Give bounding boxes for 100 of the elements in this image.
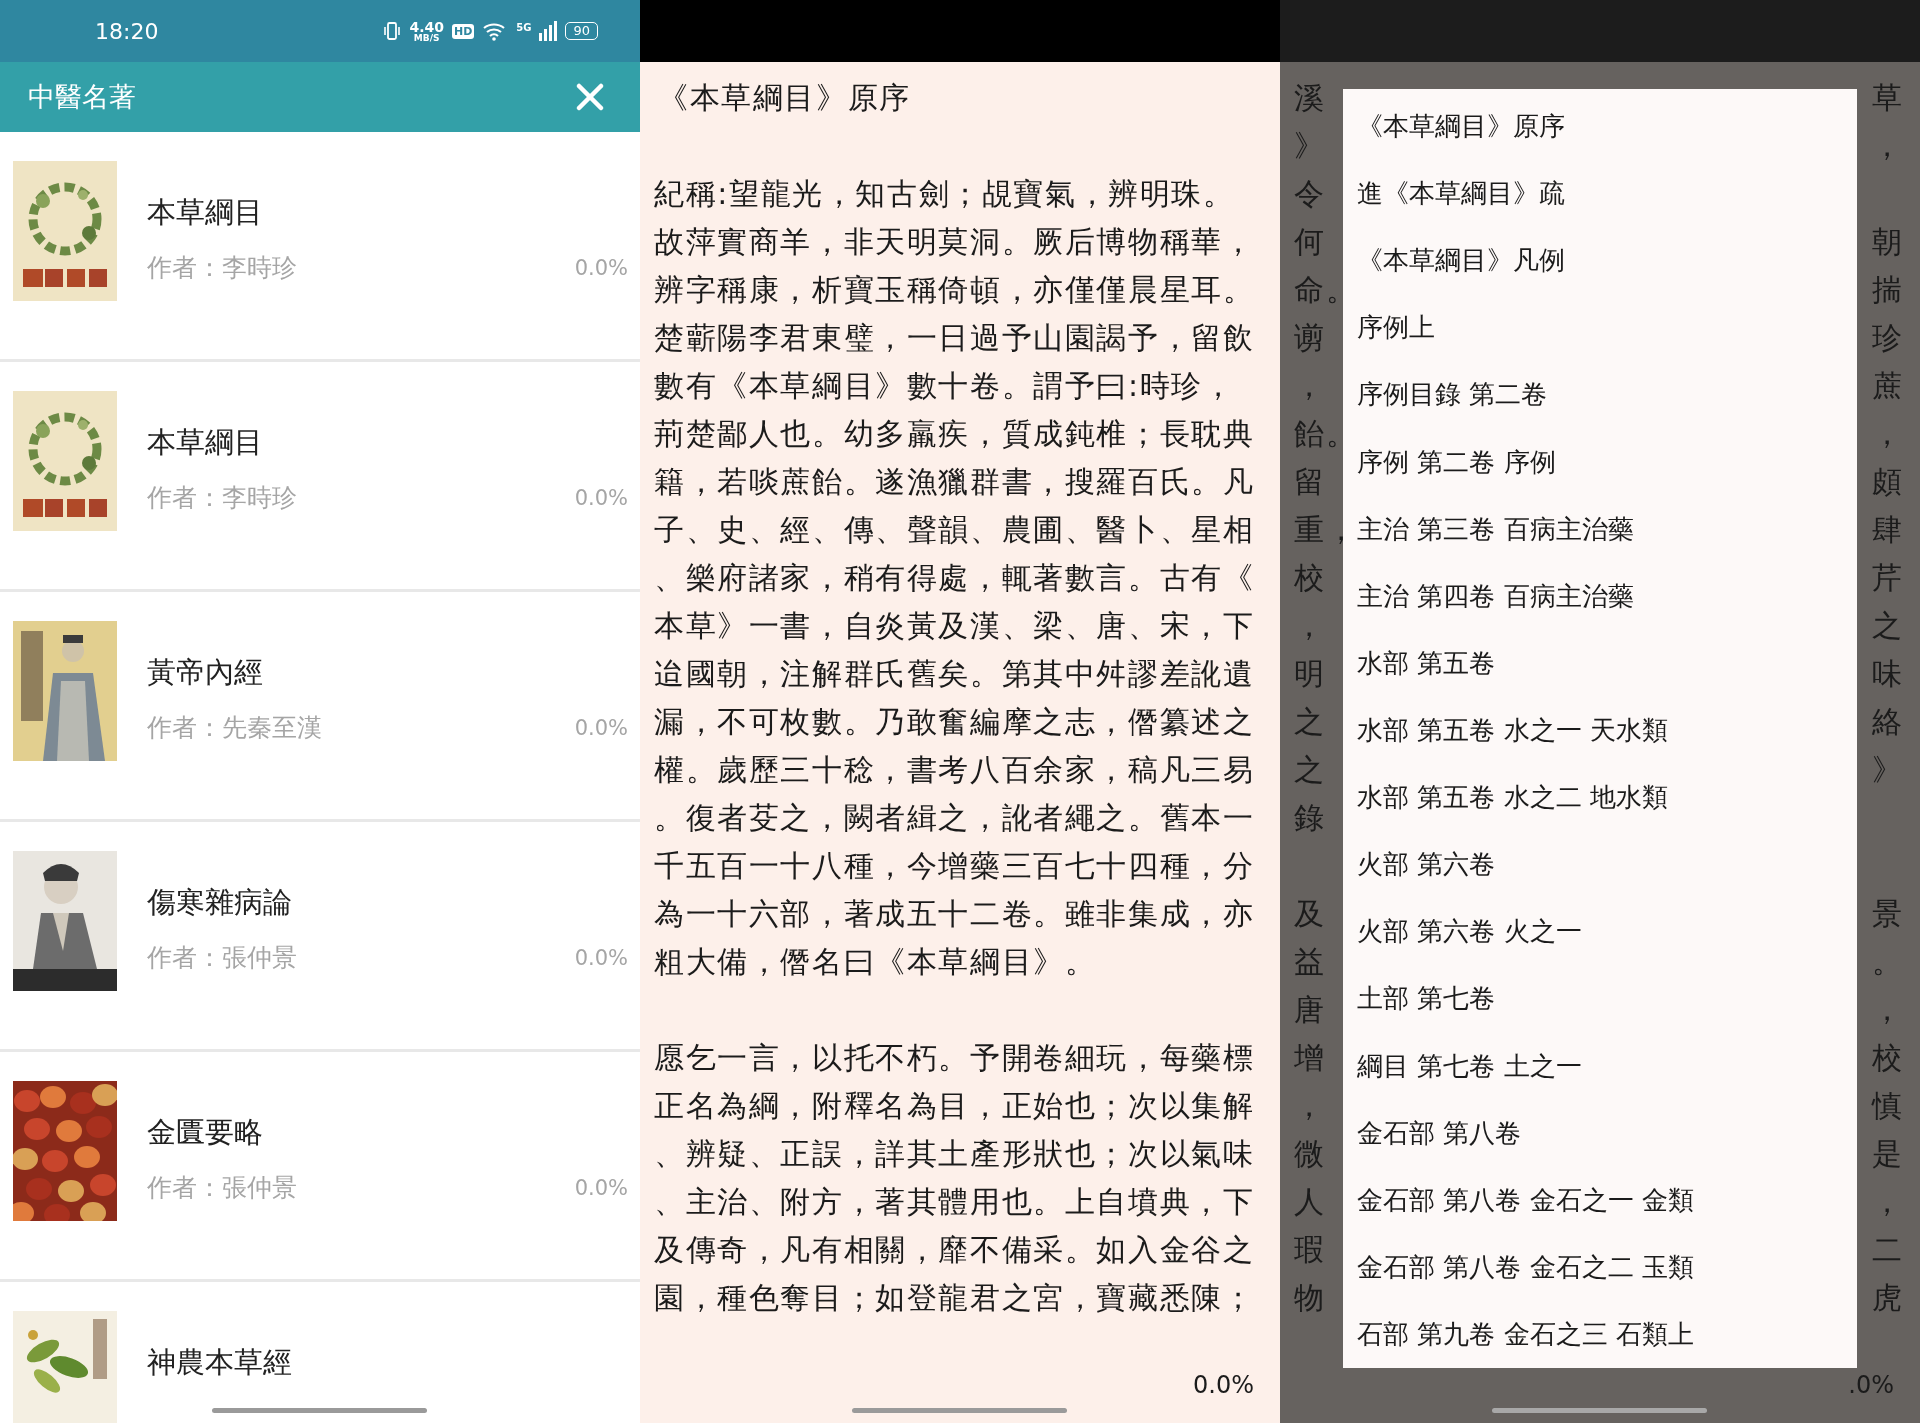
text-fragment: 瑕 — [1294, 1231, 1326, 1269]
percent-label: 0.0% — [1193, 1371, 1254, 1399]
text-line: 迨國朝，注解群氏舊矣。第其中舛謬差訛遺 — [654, 655, 1256, 693]
text-fragment: 珍 — [1872, 319, 1904, 357]
chapter-item[interactable]: 《本草綱目》原序 — [1343, 93, 1857, 161]
text-fragment: 之 — [1872, 607, 1904, 645]
hd-badge: HD — [451, 23, 475, 39]
text-line: 紀稱:望龍光，知古劍；覘寶氣，辨明珠。 — [654, 175, 1236, 213]
text-line: 籍，若啖蔗飴。遂漁獵群書，搜羅百氏。凡 — [654, 463, 1256, 501]
chapter-item[interactable]: 火部 第六卷 — [1343, 831, 1857, 899]
book-title: 傷寒雜病論 — [147, 884, 292, 921]
book-row[interactable]: 本草綱目 作者：李時珍 0.0% — [0, 362, 640, 592]
signal-icon — [539, 21, 558, 41]
battery-indicator: 90 — [565, 22, 598, 40]
chapter-item[interactable]: 金石部 第八卷 金石之二 玉類 — [1343, 1233, 1857, 1301]
chapter-item[interactable]: 水部 第五卷 水之二 地水類 — [1343, 764, 1857, 832]
book-row[interactable]: 金匱要略 作者：張仲景 0.0% — [0, 1052, 640, 1282]
app-title: 中醫名著 — [28, 80, 136, 114]
book-title: 本草綱目 — [147, 194, 263, 231]
text-fragment: ， — [1872, 991, 1904, 1029]
book-author: 作者：先秦至漢 — [147, 712, 322, 744]
text-fragment: 谫 — [1294, 319, 1326, 357]
text-fragment: 草 — [1872, 79, 1904, 117]
percent-label: 0.0% — [574, 485, 628, 510]
text-fragment: ， — [1294, 1087, 1326, 1125]
text-fragment: 味 — [1872, 655, 1904, 693]
chapter-item[interactable]: 金石部 第八卷 — [1343, 1099, 1857, 1167]
book-author: 作者：李時珍 — [147, 482, 297, 514]
chapter-item[interactable]: 石部 第九卷 金石之三 石類上 — [1343, 1300, 1857, 1369]
text-line: 及傳奇，凡有相關，靡不備采。如入金谷之 — [654, 1231, 1256, 1269]
text-fragment: 肆 — [1872, 511, 1904, 549]
text-fragment: 及 — [1294, 895, 1326, 933]
text-fragment: ， — [1872, 415, 1904, 453]
text-fragment: 揣 — [1872, 271, 1904, 309]
text-fragment: 微 — [1294, 1135, 1326, 1173]
percent-label: .0% — [1848, 1371, 1894, 1399]
network-speed: 4.40 — [409, 19, 444, 34]
text-line: 愿乞一言，以托不朽。予開卷細玩，每藥標 — [654, 1039, 1256, 1077]
book-title: 金匱要略 — [147, 1114, 263, 1151]
text-line: 荊楚鄙人也。幼多羸疾，質成鈍椎；長耽典 — [654, 415, 1256, 453]
text-fragment: 朝 — [1872, 223, 1904, 261]
text-fragment: 慎 — [1872, 1087, 1904, 1125]
book-row[interactable]: 本草綱目 作者：李時珍 0.0% — [0, 132, 640, 362]
chapter-title: 《本草綱目》原序 — [657, 79, 912, 117]
percent-label: 0.0% — [574, 1175, 628, 1200]
text-fragment: 之 — [1294, 703, 1326, 741]
text-fragment: 物 — [1294, 1279, 1326, 1317]
text-fragment: 溪 — [1294, 79, 1326, 117]
chapter-item[interactable]: 水部 第五卷 水之一 天水類 — [1343, 697, 1857, 765]
text-line: 、樂府諸家，稍有得處，輒著數言。古有《 — [654, 559, 1256, 597]
text-line: 子、史、經、傳、聲韻、農圃、醫卜、星相 — [654, 511, 1256, 549]
text-fragment: 明 — [1294, 655, 1326, 693]
text-fragment: 留 — [1294, 463, 1326, 501]
text-fragment: 頗 — [1872, 463, 1904, 501]
book-title: 神農本草經 — [147, 1344, 292, 1381]
book-row[interactable]: 傷寒雜病論 作者：張仲景 0.0% — [0, 822, 640, 1052]
text-fragment: 唐 — [1294, 991, 1326, 1029]
book-title: 黃帝內經 — [147, 654, 263, 691]
text-line: 本草》一書，自炎黃及漢、梁、唐、宋，下 — [654, 607, 1256, 645]
text-fragment: 蔗 — [1872, 367, 1904, 405]
network-type: 5G — [516, 21, 532, 33]
chapter-item[interactable]: 金石部 第八卷 金石之一 金類 — [1343, 1166, 1857, 1234]
text-fragment: 何 — [1294, 223, 1326, 261]
text-line: 千五百一十八種，今增藥三百七十四種，分 — [654, 847, 1256, 885]
text-fragment: 是 — [1872, 1135, 1904, 1173]
book-row[interactable]: 黃帝內經 作者：先秦至漢 0.0% — [0, 592, 640, 822]
book-title: 本草綱目 — [147, 424, 263, 461]
text-line: 正名為綱，附釋名為目，正始也；次以集解 — [654, 1087, 1256, 1125]
text-line: 、辨疑、正誤，詳其土產形狀也；次以氣味 — [654, 1135, 1256, 1173]
speed-unit: MB/S — [413, 33, 440, 43]
chapter-item[interactable]: 綱目 第七卷 土之一 — [1343, 1032, 1857, 1100]
text-fragment: 》 — [1872, 751, 1904, 789]
text-fragment: 校 — [1294, 559, 1326, 597]
text-line: 。復者芟之，闕者緝之，訛者繩之。舊本一 — [654, 799, 1256, 837]
text-fragment: 增 — [1294, 1039, 1326, 1077]
chapter-item[interactable]: 水部 第五卷 — [1343, 629, 1857, 697]
chapter-item[interactable]: 主治 第四卷 百病主治藥 — [1343, 562, 1857, 630]
text-fragment: 芹 — [1872, 559, 1904, 597]
text-line: 故萍實商羊，非天明莫洞。厥后博物稱華， — [654, 223, 1256, 261]
text-line: 權。歲歷三十稔，書考八百余家，稿凡三易 — [654, 751, 1256, 789]
percent-label: 0.0% — [574, 255, 628, 280]
chapter-item[interactable]: 火部 第六卷 火之一 — [1343, 898, 1857, 966]
text-line: 數有《本草綱目》數十卷。謂予曰:時珍， — [654, 367, 1236, 405]
text-line: 、主治、附方，著其體用也。上自墳典，下 — [654, 1183, 1256, 1221]
text-fragment: 二 — [1872, 1231, 1904, 1269]
book-author: 作者：張仲景 — [147, 1172, 297, 1204]
chapter-item[interactable]: 進《本草綱目》疏 — [1343, 160, 1857, 228]
text-line: 辨字稱康，析寶玉稱倚頓，亦僅僅晨星耳。 — [654, 271, 1256, 309]
text-fragment: 。 — [1872, 943, 1904, 981]
vibrate-icon — [383, 21, 402, 41]
text-fragment: 錄 — [1294, 799, 1326, 837]
text-line: 粗大備，僭名曰《本草綱目》。 — [654, 943, 1098, 981]
text-fragment: ， — [1294, 367, 1326, 405]
percent-label: 0.0% — [574, 945, 628, 970]
text-fragment: ， — [1294, 607, 1326, 645]
text-fragment: 令 — [1294, 175, 1326, 213]
text-line: 園，種色奪目；如登龍君之宮，寶藏悉陳； — [654, 1279, 1256, 1317]
chapter-item[interactable]: 土部 第七卷 — [1343, 965, 1857, 1033]
text-fragment: 人 — [1294, 1183, 1326, 1221]
text-fragment: 絡 — [1872, 703, 1904, 741]
